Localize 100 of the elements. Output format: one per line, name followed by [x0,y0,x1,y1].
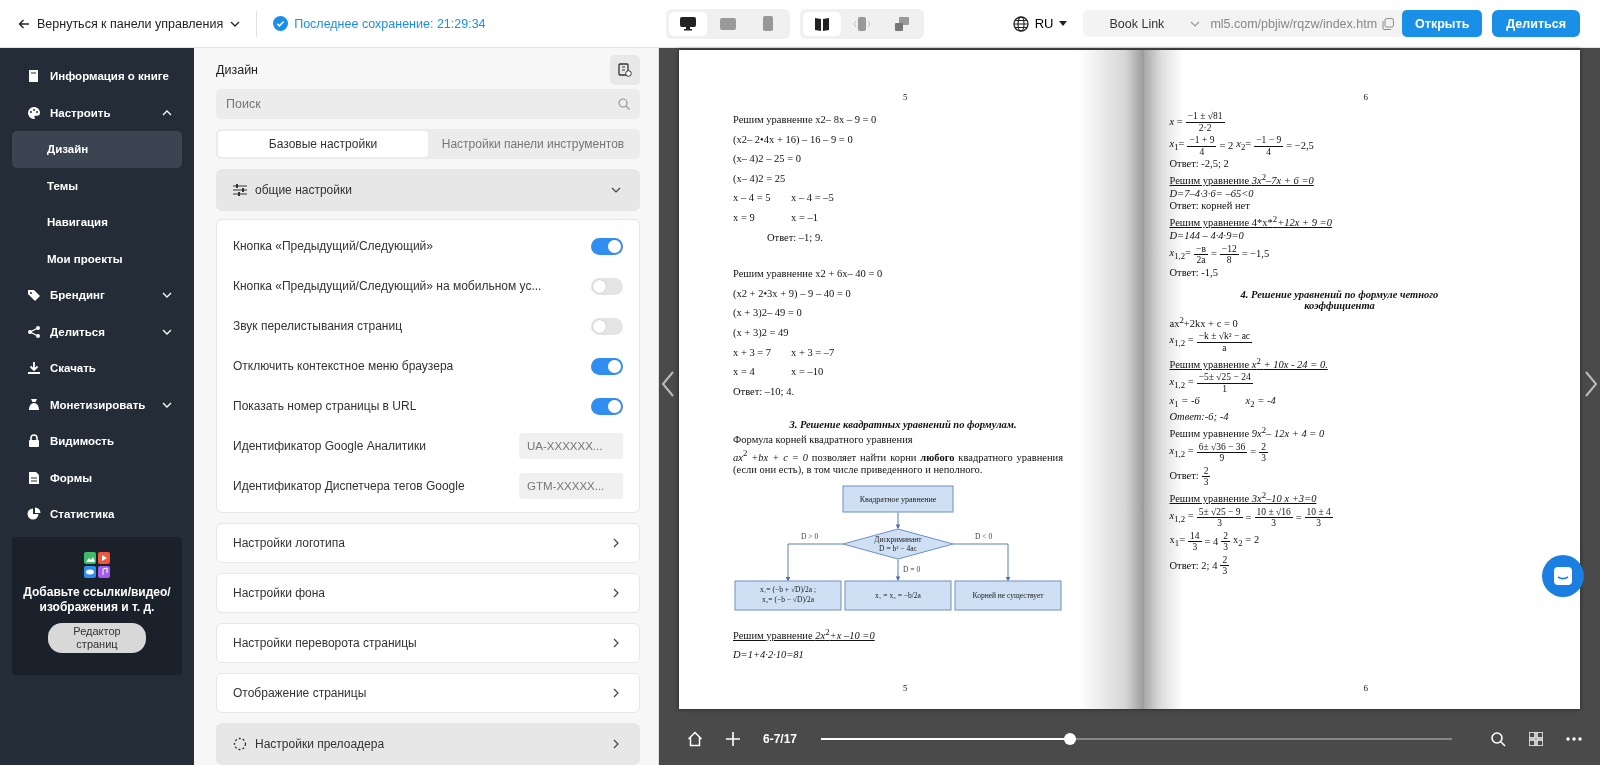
equation-text: = [1295,511,1302,525]
setting-label: Кнопка «Предыдущий/Следующий» на мобильном ус... [233,279,542,293]
toggle-switch[interactable] [591,277,623,295]
denominator: 8 [1226,255,1232,266]
equation-text: = −1,5 [1241,248,1270,261]
back-arrow-icon [18,17,30,30]
page-number: 6 [1363,92,1368,102]
denominator: 3 [1217,518,1222,529]
equation-text: = [1250,446,1257,459]
numerator: −k ± √k² − ac [1196,331,1253,343]
chevron-left-icon [661,370,675,398]
sidebar-item[interactable]: Видимость [12,423,182,460]
settings-section-header[interactable]: Настройки прелоадера [216,723,640,765]
numerator: 6± √36 − 36 [1196,441,1248,454]
equation-text: x = 4 [733,365,756,380]
setting-label: Кнопка «Предыдущий/Следующий» [233,239,433,253]
toggle-switch[interactable] [591,357,623,375]
equation-line: ax$^{2}$+2kx + c = 0 [1169,317,1238,329]
sidebar-subitem[interactable]: Дизайн [12,131,182,168]
copy-settings-button[interactable] [610,54,640,85]
book-icon [27,69,41,84]
sidebar-item[interactable]: Настроить [12,94,182,131]
home-icon [687,731,703,747]
settings-section-header[interactable]: Настройки логотипа [216,523,640,563]
sidebar-item[interactable]: Брендинг [12,277,182,314]
equation-text: = −2,5 [1286,139,1314,153]
settings-section-header[interactable]: Настройки фона [216,573,640,613]
more-icon [1566,737,1582,741]
link-type-dropdown[interactable]: Book Link [1083,16,1211,31]
numerator: −1 ± √81 [1185,111,1225,123]
setting-label: Показать номер страницы в URL [233,399,417,413]
setting-label: Идентификатор Диспетчера тегов Google [233,479,465,493]
flowchart-label: Квадратное уравнение [859,495,937,505]
settings-section-header[interactable]: общие настройки [216,169,640,211]
check-circle-icon [273,16,289,31]
numerator: 14 [1188,530,1202,543]
setting-label: Идентификатор Google Аналитики [233,439,426,453]
settings-section-header[interactable]: Отображение страницы [216,673,640,713]
slider-thumb[interactable] [1064,733,1077,745]
coin-bag-icon [27,397,41,412]
sidebar-item[interactable]: Монетизировать [12,386,182,423]
chat-bubble-icon [1553,566,1573,586]
equation-text: x$_{1,2}$= [1169,246,1192,263]
text-input[interactable]: UA-XXXXXX... [519,433,623,459]
document-icon [27,470,41,485]
equation-text: x$_{1}$= [1169,533,1186,550]
numerator: −1 + 9 [1187,135,1217,147]
page-number: 5 [903,92,908,102]
equation-text: x$_{1,2}$ = [1169,375,1194,392]
settings-tab[interactable]: Настройки панели инструментов [428,131,638,157]
promo-text: Добавьте ссылки/видео/ изображения и т. д. [23,584,171,615]
sidebar-item[interactable]: Статистика [12,496,182,533]
page-number: 5 [903,683,908,693]
setting-label: Звук перелистывания страниц [233,319,402,333]
denominator: 3 [1261,453,1266,464]
page-editor-button[interactable]: Редактор страниц [48,622,146,653]
equation-line: Ответ: –10; 4. [733,385,795,397]
copy-icon [1382,17,1395,30]
tablet-icon [720,17,737,30]
sidebar-subitem[interactable]: Мои проекты [12,240,182,277]
toggle-switch[interactable] [591,317,623,335]
sidebar-item[interactable]: Формы [12,459,182,496]
equation-text: x$_{1}$ = -6 [1169,395,1201,412]
language-selector[interactable]: RU [1012,15,1068,32]
numerator: 2 [1201,465,1211,478]
equation-text: x$_{1,2}$ = [1169,509,1194,526]
equation-text: Ответ: [1169,470,1199,483]
back-link[interactable]: Вернуться к панели управления [18,16,241,31]
toggle-switch[interactable] [591,397,623,415]
sidebar-item[interactable]: Информация о книге [12,58,182,95]
denominator: 3 [1271,518,1276,529]
equation-line: Решим уравнение x2– 8x – 9 = 0 [733,114,877,125]
lock-icon [27,434,41,449]
plus-icon [726,732,740,746]
sidebar-subitem[interactable]: Навигация [12,204,182,241]
equation-line: Решим уравнение x2 + 6x– 40 = 0 [733,268,883,280]
settings-section-header[interactable]: Настройки переворота страницы [216,623,640,663]
numerator: 10 ± √16 [1254,506,1293,519]
sidebar-subitem[interactable]: Темы [12,167,182,204]
equation-text: = 4 [1204,535,1219,549]
sidebar-item[interactable]: Делиться [12,313,182,350]
text-input[interactable]: GTM-XXXXX... [519,473,623,499]
pie-chart-icon [27,507,41,522]
desktop-view-button[interactable] [669,11,708,36]
equation-line: Ответ: –1; 9. [767,231,823,243]
denominator: 3 [1223,542,1229,553]
spinner-icon [233,737,247,751]
equation-text: = [1210,248,1217,261]
monitor-icon [680,16,697,31]
double-page-button[interactable] [803,11,842,36]
numerator: 5± √25 − 9 [1196,506,1243,519]
settings-tab[interactable]: Базовые настройки [218,131,428,157]
toggle-switch[interactable] [591,237,623,255]
search-field[interactable]: Поиск [216,89,640,119]
sidebar-item[interactable]: Скачать [12,350,182,387]
numerator: −1 − 9 [1254,135,1284,147]
equation-line: Решим уравнение 3x$^{2}$–10 x +3=0 [1169,493,1317,505]
equation-text: x = [1169,115,1183,129]
equation-text: x – 4 = 5 [733,191,772,206]
page-number: 6 [1363,683,1368,693]
